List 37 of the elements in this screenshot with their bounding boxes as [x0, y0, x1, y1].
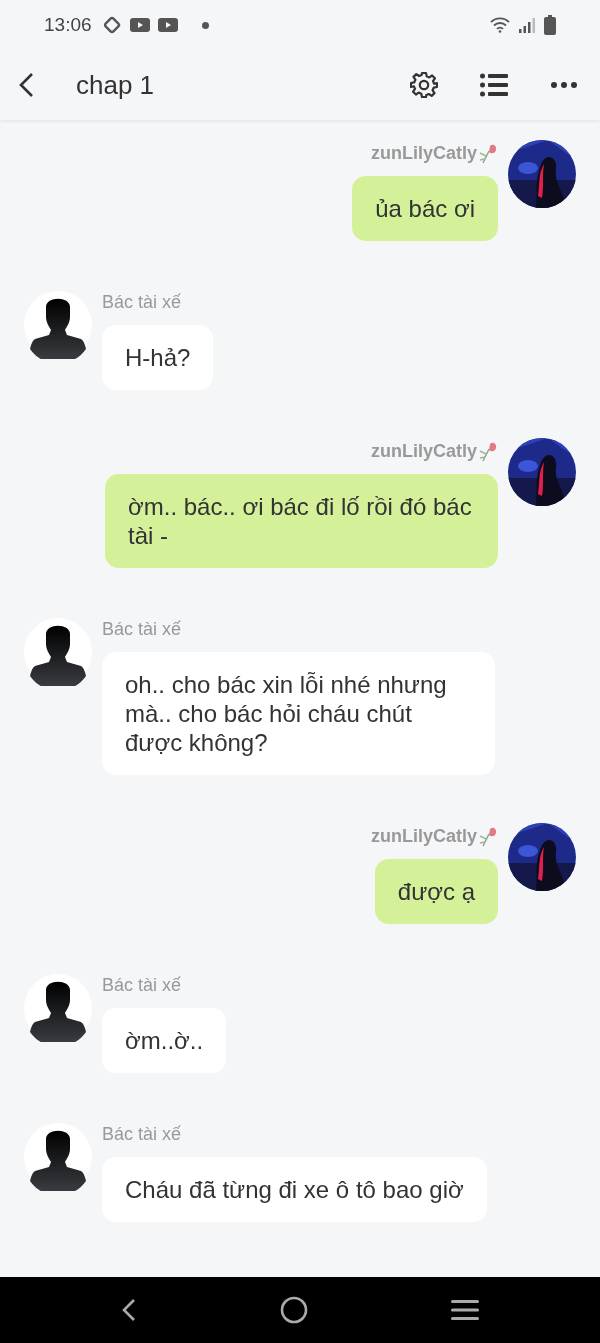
sender-name: zunLilyCatly	[371, 825, 498, 847]
status-time: 13:06	[44, 14, 92, 36]
message-bubble: được ạ	[374, 859, 498, 924]
rose-icon	[478, 440, 498, 462]
settings-icon[interactable]	[410, 71, 438, 99]
message-bubble: Cháu đã từng đi xe ô tô bao giờ	[102, 1157, 487, 1222]
message-bubble: oh.. cho bác xin lỗi nhé nhưng mà.. cho bác hỏi cháu chút được không?	[102, 652, 495, 775]
play-icon	[157, 18, 178, 32]
notification-dot-icon	[201, 21, 209, 29]
user-silhouette-icon	[24, 1123, 92, 1191]
wifi-icon	[490, 17, 510, 33]
message-bubble: ờm.. bác.. ơi bác đi lố rồi đó bác tài -	[105, 474, 498, 568]
more-icon[interactable]	[550, 81, 578, 89]
back-icon[interactable]	[18, 72, 34, 98]
list-icon[interactable]	[480, 73, 508, 97]
sender-name: Bác tài xế	[102, 618, 182, 640]
sender-name: zunLilyCatly	[371, 440, 498, 462]
back-nav-icon[interactable]	[121, 1297, 138, 1323]
sender-name: zunLilyCatly	[371, 142, 498, 164]
chapter-title: chap 1	[76, 69, 155, 101]
rose-icon	[478, 825, 498, 847]
message-bubble: ờm..ờ..	[102, 1008, 227, 1073]
sender-name: Bác tài xế	[102, 291, 182, 313]
battery-icon	[544, 15, 556, 35]
sender-name: Bác tài xế	[102, 974, 182, 996]
user-silhouette-icon	[24, 974, 92, 1042]
home-nav-icon[interactable]	[280, 1296, 308, 1324]
message-bubble: H-hả?	[102, 325, 214, 390]
play-icon	[129, 18, 150, 32]
diamond-icon	[101, 15, 122, 35]
sender-name: Bác tài xế	[102, 1123, 182, 1145]
user-silhouette-icon	[24, 291, 92, 359]
user-silhouette-icon	[24, 618, 92, 686]
recents-nav-icon[interactable]	[450, 1299, 479, 1321]
rose-icon	[478, 142, 498, 164]
message-bubble: ủa bác ơi	[352, 176, 498, 241]
signal-icon	[518, 17, 536, 33]
